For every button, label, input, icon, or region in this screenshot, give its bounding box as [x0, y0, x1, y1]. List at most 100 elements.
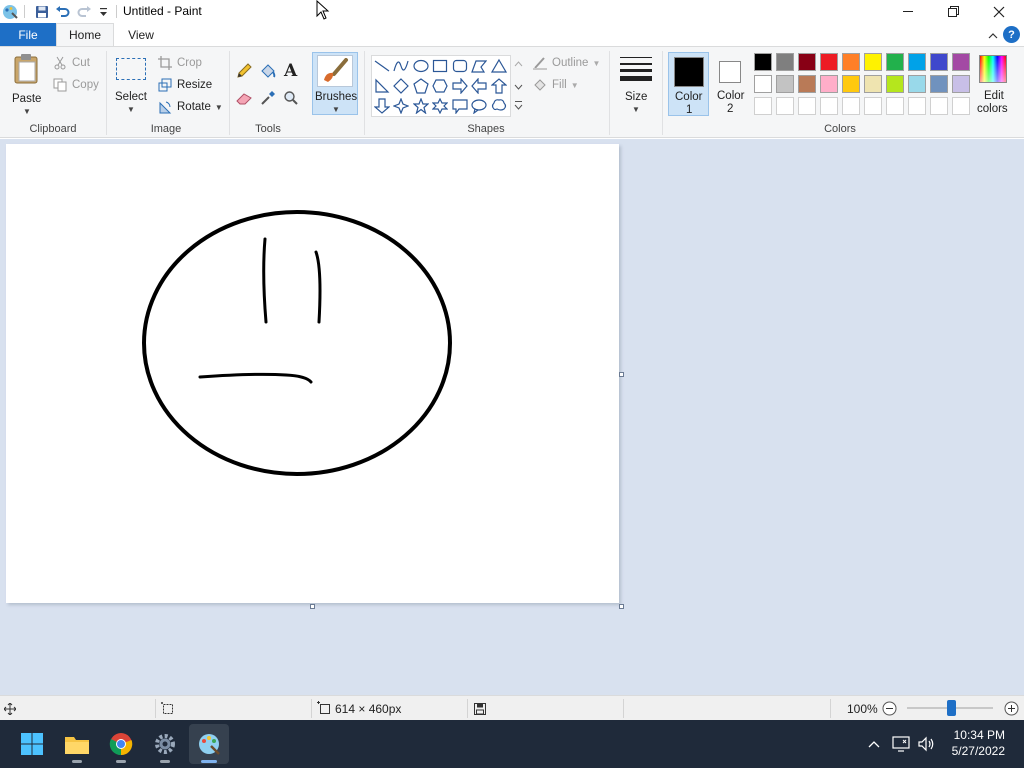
- zoom-slider-track[interactable]: [907, 700, 993, 716]
- paint-app-icon[interactable]: [1, 3, 19, 20]
- palette-color-swatch[interactable]: [798, 53, 816, 71]
- taskbar-clock[interactable]: 10:34 PM 5/27/2022: [952, 727, 1005, 759]
- palette-color-swatch[interactable]: [908, 53, 926, 71]
- palette-color-swatch[interactable]: [886, 75, 904, 93]
- zoom-out-button[interactable]: [882, 696, 897, 721]
- shapes-expand-icon[interactable]: [514, 99, 523, 113]
- palette-color-swatch[interactable]: [776, 75, 794, 93]
- paste-button[interactable]: Paste ▼: [8, 51, 44, 117]
- palette-color-swatch[interactable]: [776, 53, 794, 71]
- left-arrow-shape-icon[interactable]: [470, 77, 488, 95]
- hexagon-shape-icon[interactable]: [431, 77, 449, 95]
- palette-color-swatch[interactable]: [842, 75, 860, 93]
- zoom-slider-thumb[interactable]: [947, 700, 956, 716]
- rounded-rectangle-shape-icon[interactable]: [451, 57, 469, 75]
- five-point-star-shape-icon[interactable]: [412, 97, 430, 115]
- tab-home[interactable]: Home: [56, 23, 114, 46]
- undo-icon[interactable]: [54, 3, 71, 20]
- diamond-shape-icon[interactable]: [392, 77, 410, 95]
- rectangular-callout-shape-icon[interactable]: [451, 97, 469, 115]
- palette-custom-slot[interactable]: [930, 97, 948, 115]
- ribbon-collapse-icon[interactable]: [988, 29, 998, 43]
- polygon-shape-icon[interactable]: [470, 57, 488, 75]
- copy-button[interactable]: Copy: [52, 75, 99, 95]
- minimize-button[interactable]: [885, 0, 931, 23]
- palette-custom-slot[interactable]: [776, 97, 794, 115]
- color1-button[interactable]: Color 1: [668, 52, 709, 116]
- color2-button[interactable]: Color 2: [711, 52, 751, 116]
- show-hidden-icons-chevron-icon[interactable]: [864, 734, 884, 754]
- palette-color-swatch[interactable]: [930, 75, 948, 93]
- zoom-in-button[interactable]: [1004, 696, 1019, 721]
- down-arrow-shape-icon[interactable]: [373, 97, 391, 115]
- palette-color-swatch[interactable]: [820, 53, 838, 71]
- palette-custom-slot[interactable]: [864, 97, 882, 115]
- palette-custom-slot[interactable]: [754, 97, 772, 115]
- palette-custom-slot[interactable]: [798, 97, 816, 115]
- volume-icon[interactable]: [916, 734, 936, 754]
- cut-button[interactable]: Cut: [52, 53, 90, 73]
- taskbar-settings[interactable]: [145, 724, 185, 764]
- palette-color-swatch[interactable]: [952, 53, 970, 71]
- restore-button[interactable]: [930, 0, 976, 23]
- fill-button[interactable]: Fill ▼: [532, 75, 579, 95]
- tab-view[interactable]: View: [118, 23, 164, 46]
- right-triangle-shape-icon[interactable]: [373, 77, 391, 95]
- four-point-star-shape-icon[interactable]: [392, 97, 410, 115]
- palette-custom-slot[interactable]: [886, 97, 904, 115]
- taskbar-file-explorer[interactable]: [57, 724, 97, 764]
- outline-button[interactable]: Outline ▼: [532, 53, 600, 73]
- save-icon[interactable]: [33, 3, 50, 20]
- rectangle-shape-icon[interactable]: [431, 57, 449, 75]
- palette-color-swatch[interactable]: [820, 75, 838, 93]
- palette-color-swatch[interactable]: [754, 53, 772, 71]
- palette-color-swatch[interactable]: [754, 75, 772, 93]
- tab-file[interactable]: File: [0, 23, 56, 46]
- redo-icon[interactable]: [76, 3, 93, 20]
- palette-custom-slot[interactable]: [908, 97, 926, 115]
- fill-bucket-icon[interactable]: [259, 63, 277, 82]
- right-arrow-shape-icon[interactable]: [451, 77, 469, 95]
- eraser-icon[interactable]: [236, 91, 253, 108]
- palette-color-swatch[interactable]: [864, 53, 882, 71]
- shapes-scroll-down-icon[interactable]: [514, 80, 523, 94]
- oval-shape-icon[interactable]: [412, 57, 430, 75]
- drawing-canvas[interactable]: [6, 144, 619, 603]
- line-shape-icon[interactable]: [373, 57, 391, 75]
- six-point-star-shape-icon[interactable]: [431, 97, 449, 115]
- taskbar-chrome[interactable]: [101, 724, 141, 764]
- resize-handle-bottom[interactable]: [310, 604, 315, 609]
- color-picker-icon[interactable]: [260, 90, 276, 109]
- palette-color-swatch[interactable]: [798, 75, 816, 93]
- crop-button[interactable]: Crop: [157, 53, 202, 73]
- resize-button[interactable]: Resize: [157, 75, 212, 95]
- palette-custom-slot[interactable]: [842, 97, 860, 115]
- pencil-icon[interactable]: [236, 63, 252, 82]
- magnifier-icon[interactable]: [283, 90, 299, 109]
- customize-quick-access-icon[interactable]: [97, 3, 109, 20]
- edit-colors-button[interactable]: Edit colors: [974, 52, 1012, 116]
- pentagon-shape-icon[interactable]: [412, 77, 430, 95]
- palette-color-swatch[interactable]: [930, 53, 948, 71]
- palette-custom-slot[interactable]: [952, 97, 970, 115]
- palette-custom-slot[interactable]: [820, 97, 838, 115]
- select-button[interactable]: Select ▼: [113, 55, 149, 117]
- help-button[interactable]: ?: [1003, 26, 1020, 43]
- palette-color-swatch[interactable]: [886, 53, 904, 71]
- palette-color-swatch[interactable]: [908, 75, 926, 93]
- oval-callout-shape-icon[interactable]: [470, 97, 488, 115]
- palette-color-swatch[interactable]: [842, 53, 860, 71]
- taskbar-paint[interactable]: [189, 724, 229, 764]
- brushes-button[interactable]: Brushes ▼: [312, 52, 358, 115]
- rotate-button[interactable]: Rotate ▼: [157, 97, 223, 117]
- palette-color-swatch[interactable]: [864, 75, 882, 93]
- text-tool-icon[interactable]: A: [284, 61, 297, 81]
- curve-shape-icon[interactable]: [392, 57, 410, 75]
- triangle-shape-icon[interactable]: [490, 57, 508, 75]
- network-icon[interactable]: [891, 734, 911, 754]
- up-arrow-shape-icon[interactable]: [490, 77, 508, 95]
- cloud-callout-shape-icon[interactable]: [490, 97, 508, 115]
- size-button[interactable]: Size ▼: [617, 53, 655, 115]
- palette-color-swatch[interactable]: [952, 75, 970, 93]
- close-button[interactable]: [976, 0, 1022, 23]
